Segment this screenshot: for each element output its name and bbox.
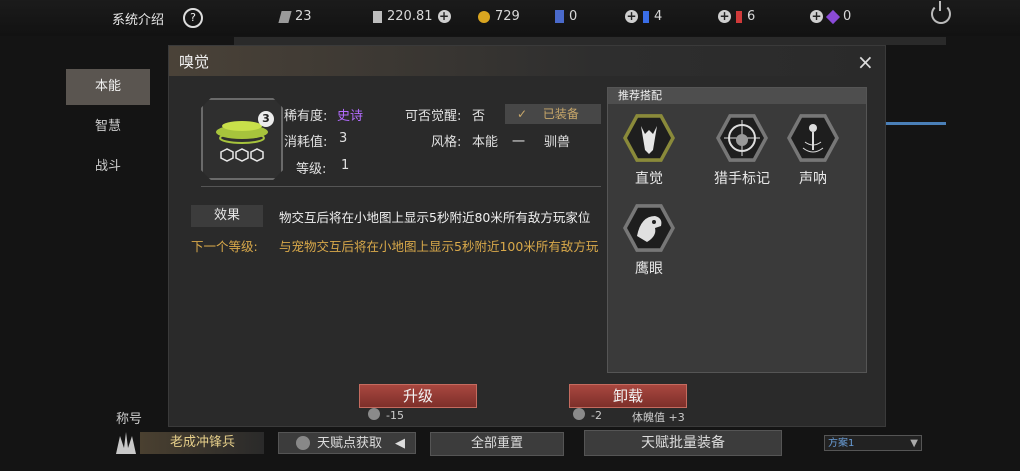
level-value: 1	[341, 158, 350, 173]
next-level-text: 与宠物交互后将在小地图上显示5秒附近100米所有敌方玩	[279, 236, 601, 254]
style-value-instinct: 本能	[472, 135, 499, 150]
card-icon	[555, 10, 564, 23]
upgrade-cost: -15	[386, 409, 404, 422]
dialog-title: 嗅觉	[179, 53, 210, 71]
effect-text: 物交互后将在小地图上显示5秒附近80米所有敌方玩家位	[279, 210, 591, 225]
sonar-label: 声呐	[799, 171, 827, 187]
rec-item-hunter-mark[interactable]: 猎手标记	[700, 112, 784, 188]
next-level-text-content: 与宠物交互后将在小地图上显示5秒附近100米所有敌方玩	[279, 239, 599, 254]
level-label: 等级:	[296, 162, 327, 177]
effect-tab[interactable]: 效果	[191, 205, 263, 227]
rec-item-sonar[interactable]: 声呐	[778, 112, 848, 188]
blue-potion-count: 4	[654, 9, 663, 24]
system-intro-label[interactable]: 系统介绍	[112, 9, 164, 28]
unload-button[interactable]: 卸载	[569, 384, 687, 408]
intuition-icon	[623, 114, 675, 162]
blue-potion-icon	[643, 10, 649, 23]
reset-all-button[interactable]: 全部重置	[430, 432, 564, 456]
style-separator: 一	[512, 135, 526, 150]
upgrade-button[interactable]: 升级	[359, 384, 477, 408]
hunter-mark-icon	[716, 114, 768, 162]
tree-header-strip	[234, 37, 946, 45]
arrow-left-icon: ◀	[395, 436, 405, 451]
crystal-count: 0	[843, 9, 852, 24]
title-label: 称号	[116, 412, 143, 427]
add-blue-potion-button[interactable]: +	[625, 10, 638, 23]
talent-point-icon	[368, 408, 380, 420]
plan-select-value: 方案1	[828, 438, 855, 449]
next-level-label: 下一个等级:	[191, 239, 258, 254]
recommend-panel: 推荐搭配 直觉 猎手标记 声呐 鹰眼	[607, 87, 867, 373]
resource-crystal: + 0	[810, 9, 851, 24]
resource-blue-potion: + 4	[625, 9, 662, 24]
fragment-icon	[278, 10, 292, 23]
red-potion-count: 6	[747, 9, 756, 24]
talent-icon-frame	[201, 98, 283, 180]
resource-card: 0	[555, 9, 577, 24]
equipped-badge: ✓ 已装备	[505, 104, 601, 124]
check-icon: ✓	[517, 107, 528, 121]
rec-item-intuition[interactable]: 直觉	[614, 112, 684, 188]
nav-item-combat[interactable]: 战斗	[66, 149, 150, 185]
cost-value: 3	[339, 131, 348, 146]
batch-equip-button[interactable]: 天赋批量装备	[584, 430, 782, 456]
intuition-label: 直觉	[635, 171, 663, 187]
power-icon-stem	[939, 1, 941, 11]
add-crystal-button[interactable]: +	[810, 10, 823, 23]
soul-value: 体魄值 +3	[632, 411, 685, 424]
talent-detail-dialog: 嗅觉 × 3 稀有度: 史诗 可否觉醒: 否 ✓ 已装备 消耗值: 3 风格: …	[168, 45, 886, 427]
resource-red-potion: + 6	[718, 9, 755, 24]
hunter-mark-label: 猎手标记	[714, 171, 770, 187]
talent-point-icon-2	[573, 408, 585, 420]
awaken-label: 可否觉醒:	[405, 109, 462, 124]
progress-line	[884, 122, 946, 125]
style-label: 风格:	[431, 135, 462, 150]
rarity-value: 史诗	[337, 109, 364, 124]
power-icon[interactable]	[931, 4, 951, 24]
resource-book: 220.81 +	[373, 9, 451, 24]
red-potion-icon	[736, 10, 742, 23]
nav-item-wisdom[interactable]: 智慧	[66, 109, 150, 145]
sonar-icon	[787, 114, 839, 162]
talent-point-coin-icon	[296, 436, 310, 450]
equipped-label: 已装备	[542, 107, 579, 121]
title-value[interactable]: 老成冲锋兵	[140, 432, 264, 454]
resource-fragment: 23	[278, 9, 312, 24]
add-red-potion-button[interactable]: +	[718, 10, 731, 23]
recommend-title: 推荐搭配	[608, 88, 866, 104]
divider	[201, 186, 601, 187]
style-value-taming: 驯兽	[544, 135, 571, 150]
fragment-count: 23	[295, 9, 312, 24]
cost-badge: 3	[258, 111, 274, 127]
close-button[interactable]: ×	[857, 50, 874, 74]
coin-count: 729	[495, 9, 520, 24]
title-emblem-icon	[112, 430, 140, 458]
hawk-eye-label: 鹰眼	[635, 261, 663, 277]
top-bar: 系统介绍 ? 23 220.81 + 729 0 + 4 + 6 + 0	[0, 0, 1020, 36]
awaken-value: 否	[472, 109, 486, 124]
cost-label: 消耗值:	[284, 135, 328, 150]
rarity-label: 稀有度:	[284, 109, 328, 124]
book-count: 220.81	[387, 9, 433, 24]
plan-select[interactable]: 方案1 ▼	[824, 435, 922, 451]
resource-coin: 729	[478, 9, 520, 24]
crystal-icon	[825, 9, 841, 24]
unload-cost: -2	[591, 409, 602, 422]
book-icon	[373, 10, 382, 23]
talent-point-get-label: 天赋点获取	[317, 436, 383, 451]
card-count: 0	[569, 9, 578, 24]
dialog-title-bar	[169, 46, 885, 76]
hawk-eye-icon	[623, 204, 675, 252]
rec-item-hawk-eye[interactable]: 鹰眼	[614, 202, 684, 278]
chevron-down-icon: ▼	[910, 438, 918, 449]
help-icon[interactable]: ?	[183, 8, 203, 28]
nav-item-instinct[interactable]: 本能	[66, 69, 150, 105]
add-book-button[interactable]: +	[437, 10, 451, 23]
coin-icon	[478, 10, 490, 23]
